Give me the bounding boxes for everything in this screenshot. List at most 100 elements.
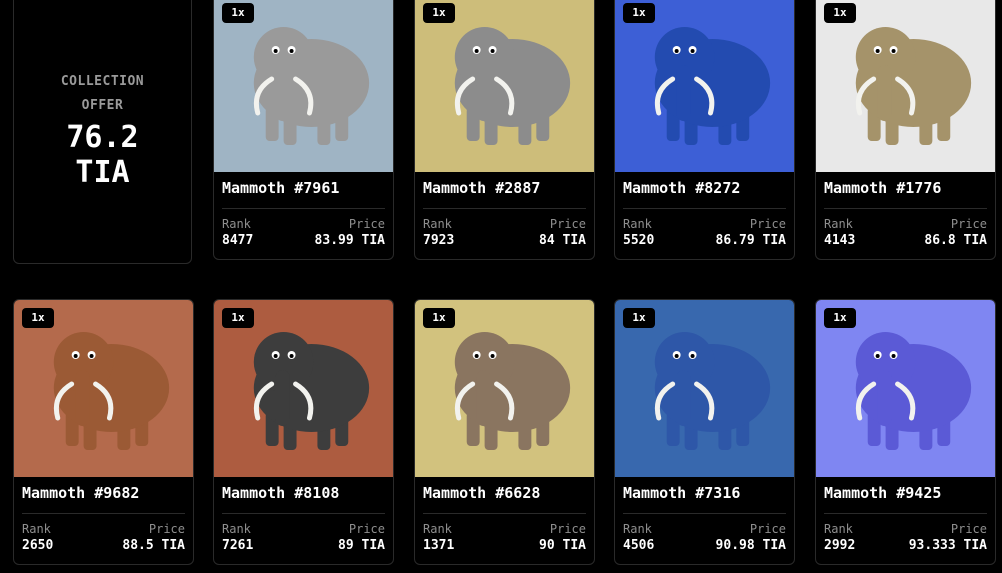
- price-label: Price: [950, 522, 987, 536]
- rank-value: 2992: [824, 538, 856, 553]
- card-divider: [22, 513, 185, 514]
- quantity-badge: 1x: [824, 3, 856, 23]
- nft-card[interactable]: 1x Mammoth #1776 Rank Price 4143 86.8 TIA: [815, 0, 996, 260]
- mammoth-pupil: [289, 49, 294, 53]
- mammoth-trunk: [476, 65, 491, 121]
- price-value: 86.8 TIA: [924, 233, 987, 248]
- nft-name[interactable]: Mammoth #2887: [423, 179, 540, 197]
- rank-label: Rank: [623, 217, 652, 231]
- price-value: 89 TIA: [338, 538, 385, 553]
- mammoth-pupil: [490, 354, 495, 358]
- mammoth-pupil: [289, 354, 294, 358]
- mammoth-trunk: [676, 65, 691, 121]
- rank-label: Rank: [623, 522, 652, 536]
- card-divider: [623, 208, 786, 209]
- rank-value: 2650: [22, 538, 54, 553]
- price-value: 86.79 TIA: [715, 233, 786, 248]
- nft-name[interactable]: Mammoth #7961: [222, 179, 339, 197]
- price-label: Price: [148, 522, 185, 536]
- mammoth-pupil: [891, 354, 896, 358]
- mammoth-pupil: [690, 49, 695, 53]
- rank-value: 7261: [222, 538, 254, 553]
- mammoth-artwork: [615, 0, 794, 172]
- quantity-badge: 1x: [222, 308, 254, 328]
- nft-name[interactable]: Mammoth #8108: [222, 484, 339, 502]
- nft-card[interactable]: 1x Mammoth #9425 Rank Price 2992 93.333 TIA: [815, 299, 996, 565]
- rank-label: Rank: [423, 217, 452, 231]
- mammoth-artwork: [214, 0, 393, 172]
- offer-label-line2: OFFER: [81, 98, 124, 113]
- card-divider: [623, 513, 786, 514]
- mammoth-trunk: [275, 65, 290, 121]
- nft-image: [615, 0, 794, 172]
- mammoth-pupil: [875, 49, 880, 53]
- mammoth-trunk: [476, 370, 491, 426]
- mammoth-trunk: [877, 370, 892, 426]
- card-divider: [824, 513, 987, 514]
- rank-value: 1371: [423, 538, 455, 553]
- price-label: Price: [950, 217, 987, 231]
- quantity-badge: 1x: [423, 3, 455, 23]
- price-value: 88.5 TIA: [122, 538, 185, 553]
- nft-card[interactable]: 1x Mammoth #8108 Rank Price 7261 89 TIA: [213, 299, 394, 565]
- card-divider: [423, 208, 586, 209]
- nft-name[interactable]: Mammoth #9682: [22, 484, 139, 502]
- price-value: 90 TIA: [539, 538, 586, 553]
- quantity-badge: 1x: [623, 308, 655, 328]
- mammoth-pupil: [474, 354, 479, 358]
- nft-card[interactable]: 1x Mammoth #7961 Rank Price 8477 83.99 TIA: [213, 0, 394, 260]
- rank-value: 4506: [623, 538, 655, 553]
- rank-label: Rank: [222, 522, 251, 536]
- mammoth-trunk: [676, 370, 691, 426]
- mammoth-pupil: [690, 354, 695, 358]
- mammoth-pupil: [875, 354, 880, 358]
- card-divider: [423, 513, 586, 514]
- price-label: Price: [549, 522, 586, 536]
- offer-currency: TIA: [75, 155, 130, 190]
- nft-image: [214, 0, 393, 172]
- nft-name[interactable]: Mammoth #7316: [623, 484, 740, 502]
- nft-card[interactable]: 1x Mammoth #7316 Rank Price 4506 90.98 TIA: [614, 299, 795, 565]
- mammoth-pupil: [273, 49, 278, 53]
- price-value: 84 TIA: [539, 233, 586, 248]
- nft-name[interactable]: Mammoth #1776: [824, 179, 941, 197]
- card-divider: [222, 208, 385, 209]
- price-label: Price: [749, 522, 786, 536]
- rank-label: Rank: [824, 522, 853, 536]
- quantity-badge: 1x: [824, 308, 856, 328]
- rank-label: Rank: [824, 217, 853, 231]
- price-label: Price: [549, 217, 586, 231]
- card-divider: [824, 208, 987, 209]
- price-label: Price: [749, 217, 786, 231]
- nft-name[interactable]: Mammoth #9425: [824, 484, 941, 502]
- nft-name[interactable]: Mammoth #8272: [623, 179, 740, 197]
- mammoth-trunk: [877, 65, 892, 121]
- price-label: Price: [348, 522, 385, 536]
- rank-label: Rank: [22, 522, 51, 536]
- rank-value: 8477: [222, 233, 254, 248]
- quantity-badge: 1x: [423, 308, 455, 328]
- mammoth-pupil: [674, 354, 679, 358]
- mammoth-trunk: [275, 370, 290, 426]
- nft-card[interactable]: 1x Mammoth #6628 Rank Price 1371 90 TIA: [414, 299, 595, 565]
- nft-image: [816, 0, 995, 172]
- price-value: 90.98 TIA: [715, 538, 786, 553]
- nft-image: [415, 0, 594, 172]
- rank-value: 4143: [824, 233, 856, 248]
- mammoth-artwork: [415, 0, 594, 172]
- nft-card[interactable]: 1x Mammoth #8272 Rank Price 5520 86.79 TIA: [614, 0, 795, 260]
- nft-card[interactable]: 1x Mammoth #2887 Rank Price 7923 84 TIA: [414, 0, 595, 260]
- mammoth-pupil: [891, 49, 896, 53]
- nft-card[interactable]: 1x Mammoth #9682 Rank Price 2650 88.5 TIA: [13, 299, 194, 565]
- mammoth-pupil: [73, 354, 78, 358]
- mammoth-pupil: [490, 49, 495, 53]
- collection-offer-card[interactable]: COLLECTION OFFER 76.2 TIA: [13, 0, 192, 264]
- card-divider: [222, 513, 385, 514]
- mammoth-trunk: [75, 370, 90, 426]
- offer-amount: 76.2: [66, 120, 139, 155]
- mammoth-pupil: [674, 49, 679, 53]
- rank-label: Rank: [222, 217, 251, 231]
- mammoth-pupil: [89, 354, 94, 358]
- nft-name[interactable]: Mammoth #6628: [423, 484, 540, 502]
- mammoth-pupil: [273, 354, 278, 358]
